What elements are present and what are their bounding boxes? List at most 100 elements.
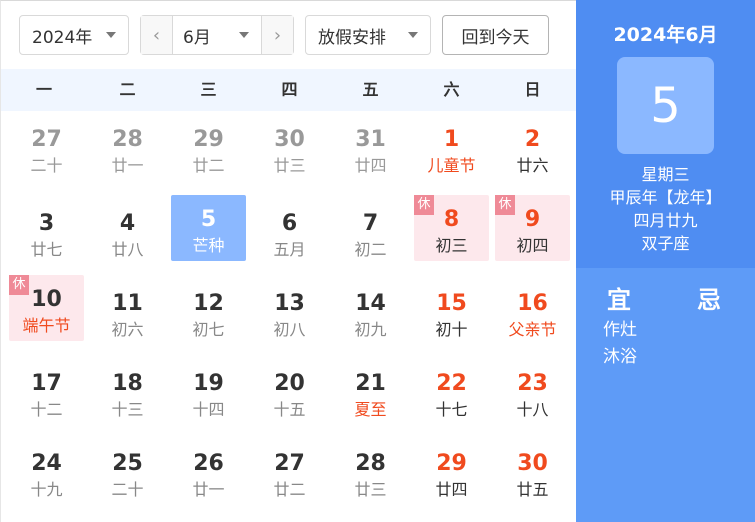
day-number: 29 <box>436 451 467 476</box>
day-cell[interactable]: 30 廿三 <box>252 115 327 181</box>
weekday-label: 五 <box>362 80 379 99</box>
day-number: 25 <box>112 451 143 476</box>
chevron-left-icon: ‹ <box>152 24 161 46</box>
back-to-today-button[interactable]: 回到今天 <box>442 15 549 55</box>
day-cell[interactable]: 7 初二 <box>333 199 408 265</box>
day-number: 17 <box>31 371 62 396</box>
lunar-label: 十四 <box>192 400 225 419</box>
day-cell[interactable]: 20 十五 <box>252 359 327 425</box>
day-cell[interactable]: 28 廿一 <box>90 115 165 181</box>
day-cell[interactable]: 17 十二 <box>9 359 84 425</box>
detail-day-number: 5 <box>617 57 714 154</box>
day-number: 6 <box>281 211 298 236</box>
lunar-label: 五月 <box>273 240 306 259</box>
day-cell[interactable]: 15 初十 <box>414 279 489 345</box>
lunar-label: 芒种 <box>192 236 225 255</box>
next-month-button[interactable]: › <box>261 16 293 54</box>
lunar-label: 廿二 <box>273 480 306 499</box>
day-cell[interactable]: 19 十四 <box>171 359 246 425</box>
day-cell[interactable]: 28 廿三 <box>333 439 408 505</box>
day-cell[interactable]: 1 儿童节 <box>414 115 489 181</box>
day-number: 13 <box>274 291 305 316</box>
day-cell[interactable]: 29 廿二 <box>171 115 246 181</box>
lunar-label: 廿三 <box>354 480 387 499</box>
day-number: 28 <box>112 127 143 152</box>
day-cell[interactable]: 30 廿五 <box>495 439 570 505</box>
day-number: 11 <box>112 291 143 316</box>
lunar-label: 廿四 <box>354 156 387 175</box>
lunar-label: 十二 <box>30 400 63 419</box>
year-select[interactable]: 2024年 <box>19 15 129 55</box>
lunar-label: 二十 <box>30 156 63 175</box>
month-select-value: 6月 <box>183 27 211 48</box>
day-cell[interactable]: 休 9 初四 <box>495 195 570 261</box>
calendar-panel: 2024年 ‹ 6月 › 放假安排 回到今天 一 二 三 四 五 六 日 27 … <box>0 0 577 522</box>
day-number: 1 <box>443 127 460 152</box>
day-cell[interactable]: 24 十九 <box>9 439 84 505</box>
holiday-schedule-select[interactable]: 放假安排 <box>305 15 431 55</box>
lunar-label: 廿三 <box>273 156 306 175</box>
day-cell[interactable]: 5 芒种 <box>171 195 246 261</box>
lunar-label: 十三 <box>111 400 144 419</box>
day-detail-header: 2024年6月 5 星期三 甲辰年【龙年】 四月廿九 双子座 <box>576 0 755 268</box>
yi-list: 作灶 沐浴 <box>603 317 637 371</box>
detail-weekday: 星期三 <box>641 165 690 184</box>
day-cell[interactable]: 23 十八 <box>495 359 570 425</box>
lunar-label: 初八 <box>273 320 306 339</box>
day-cell[interactable]: 27 廿二 <box>252 439 327 505</box>
lunar-label: 廿一 <box>111 156 144 175</box>
day-cell[interactable]: 13 初八 <box>252 279 327 345</box>
day-cell[interactable]: 21 夏至 <box>333 359 408 425</box>
lunar-label: 廿六 <box>516 156 549 175</box>
holiday-select-value: 放假安排 <box>318 27 386 48</box>
lunar-label: 廿七 <box>30 240 63 259</box>
day-cell[interactable]: 27 二十 <box>9 115 84 181</box>
day-cell[interactable]: 26 廿一 <box>171 439 246 505</box>
lunar-label: 父亲节 <box>508 320 557 339</box>
lunar-label: 十八 <box>516 400 549 419</box>
day-cell[interactable]: 29 廿四 <box>414 439 489 505</box>
day-cell[interactable]: 2 廿六 <box>495 115 570 181</box>
lunar-label: 初四 <box>516 236 549 255</box>
day-cell[interactable]: 6 五月 <box>252 199 327 265</box>
lunar-label: 二十 <box>111 480 144 499</box>
weekday-label: 三 <box>200 80 217 99</box>
day-cell[interactable]: 休 10 端午节 <box>9 275 84 341</box>
day-cell[interactable]: 31 廿四 <box>333 115 408 181</box>
lunar-label: 初三 <box>435 236 468 255</box>
day-number: 22 <box>436 371 467 396</box>
lunar-label: 端午节 <box>22 316 71 335</box>
detail-zodiac: 双子座 <box>641 234 690 253</box>
day-number: 20 <box>274 371 305 396</box>
day-cell[interactable]: 22 十七 <box>414 359 489 425</box>
month-select[interactable]: 6月 <box>173 16 261 54</box>
day-number: 3 <box>38 211 55 236</box>
day-cell[interactable]: 16 父亲节 <box>495 279 570 345</box>
day-cell[interactable]: 25 二十 <box>90 439 165 505</box>
calendar-toolbar: 2024年 ‹ 6月 › 放假安排 回到今天 <box>1 1 577 69</box>
day-number: 4 <box>119 211 136 236</box>
detail-month-title: 2024年6月 <box>613 24 718 46</box>
lunar-label: 廿五 <box>516 480 549 499</box>
weekday-label: 一 <box>35 80 52 99</box>
day-cell[interactable]: 14 初九 <box>333 279 408 345</box>
day-cell[interactable]: 12 初七 <box>171 279 246 345</box>
day-cell[interactable]: 休 8 初三 <box>414 195 489 261</box>
day-number: 7 <box>362 211 379 236</box>
day-number: 21 <box>355 371 386 396</box>
day-detail-panel: 2024年6月 5 星期三 甲辰年【龙年】 四月廿九 双子座 宜 忌 作灶 沐浴 <box>576 0 755 522</box>
day-cell[interactable]: 18 十三 <box>90 359 165 425</box>
prev-month-button[interactable]: ‹ <box>141 16 173 54</box>
weekday-label: 四 <box>281 80 298 99</box>
day-number: 5 <box>200 207 217 232</box>
day-cell[interactable]: 3 廿七 <box>9 199 84 265</box>
lunar-label: 廿四 <box>435 480 468 499</box>
lunar-label: 廿八 <box>111 240 144 259</box>
weekday-label: 六 <box>443 80 460 99</box>
day-number: 31 <box>355 127 386 152</box>
lunar-label: 夏至 <box>354 400 387 419</box>
day-number: 16 <box>517 291 548 316</box>
day-cell[interactable]: 4 廿八 <box>90 199 165 265</box>
day-cell[interactable]: 11 初六 <box>90 279 165 345</box>
lunar-label: 初九 <box>354 320 387 339</box>
